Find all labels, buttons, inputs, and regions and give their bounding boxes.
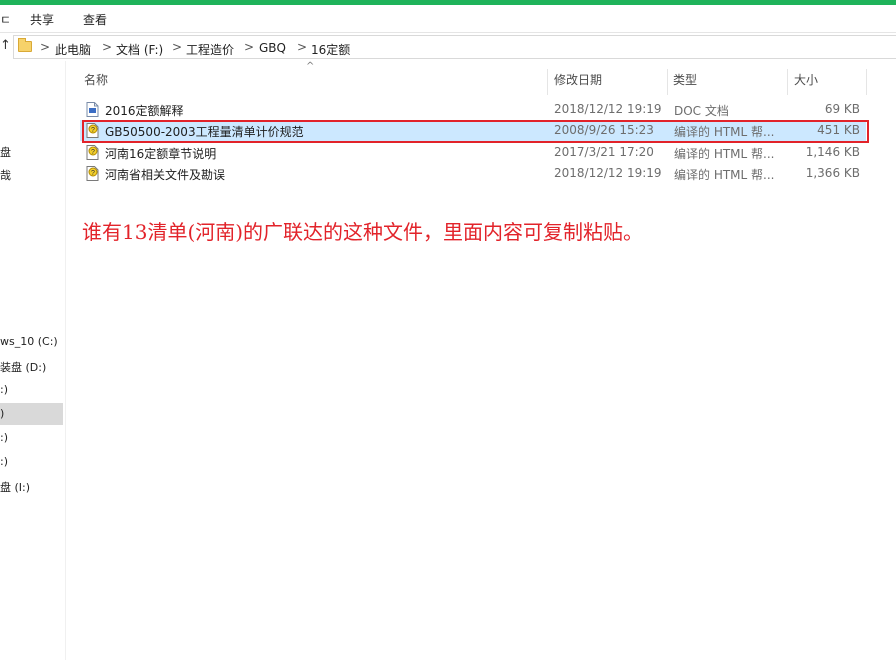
- nav-item[interactable]: 哉: [0, 163, 63, 185]
- svg-text:?: ?: [91, 149, 95, 156]
- file-type: DOC 文档: [674, 104, 729, 118]
- file-date: 2018/12/12 19:19: [554, 102, 662, 116]
- nav-item-label: :): [0, 431, 8, 444]
- file-name: 河南16定额章节说明: [105, 147, 217, 161]
- nav-item[interactable]: 盘: [0, 140, 63, 162]
- navigation-pane: 盘 哉 ws_10 (C:) 装盘 (D:) :) ) :) :) 盘 (I:): [0, 61, 66, 660]
- nav-item-drive-f[interactable]: ): [0, 403, 63, 425]
- nav-item-label: :): [0, 455, 8, 468]
- breadcrumb-separator-icon[interactable]: >: [102, 40, 112, 54]
- file-size: 1,146 KB: [805, 145, 860, 159]
- nav-item-label: :): [0, 383, 8, 396]
- column-header-name[interactable]: 名称: [84, 71, 108, 95]
- tab-share[interactable]: 共享: [30, 11, 54, 28]
- file-date: 2017/3/21 17:20: [554, 145, 654, 159]
- address-row: ↑ > 此电脑 > 文档 (F:) > 工程造价 > GBQ > 16定额: [0, 32, 896, 62]
- annotation-text: 谁有13清单(河南)的广联达的这种文件，里面内容可复制粘贴。: [82, 220, 644, 244]
- ribbon-tabs: ㄷ 共享 查看: [0, 5, 896, 32]
- nav-item-drive-i[interactable]: 盘 (I:): [0, 475, 63, 497]
- file-date: 2018/12/12 19:19: [554, 166, 662, 180]
- breadcrumb-gbq[interactable]: GBQ: [259, 41, 286, 55]
- doc-file-icon: [86, 102, 99, 117]
- file-type: 编译的 HTML 帮...: [674, 168, 775, 182]
- nav-item-drive-d[interactable]: 装盘 (D:): [0, 355, 63, 377]
- nav-item-label: ): [0, 407, 5, 420]
- breadcrumb-separator-icon[interactable]: >: [244, 40, 254, 54]
- file-row[interactable]: ? 河南省相关文件及勘误 2018/12/12 19:19 编译的 HTML 帮…: [80, 163, 866, 184]
- tab-view[interactable]: 查看: [83, 11, 107, 28]
- svg-text:?: ?: [91, 170, 95, 177]
- file-name: 2016定额解释: [105, 104, 184, 118]
- sort-ascending-icon: ^: [306, 61, 315, 72]
- column-header-date[interactable]: 修改日期: [554, 71, 602, 95]
- file-list: ^ 名称 修改日期 类型 大小 2016定额解释 2018/12/12 19:1…: [66, 61, 896, 660]
- nav-item-drive-h[interactable]: :): [0, 451, 63, 473]
- nav-item-drive-g[interactable]: :): [0, 427, 63, 449]
- column-header-size[interactable]: 大小: [794, 71, 818, 95]
- file-row[interactable]: 2016定额解释 2018/12/12 19:19 DOC 文档 69 KB: [80, 99, 866, 120]
- chm-help-file-icon: ?: [86, 166, 99, 181]
- column-divider[interactable]: [787, 69, 788, 95]
- file-row[interactable]: ? 河南16定额章节说明 2017/3/21 17:20 编译的 HTML 帮.…: [80, 142, 866, 163]
- tab-file[interactable]: ㄷ: [0, 11, 11, 28]
- nav-item-label: 装盘 (D:): [0, 361, 47, 374]
- nav-item-drive-c[interactable]: ws_10 (C:): [0, 331, 63, 353]
- breadcrumb-this-pc[interactable]: 此电脑: [55, 41, 91, 58]
- column-header-type[interactable]: 类型: [673, 71, 697, 95]
- nav-item-label: 哉: [0, 169, 11, 182]
- file-type: 编译的 HTML 帮...: [674, 147, 775, 161]
- chm-help-file-icon: ?: [86, 145, 99, 160]
- breadcrumb-documents-f[interactable]: 文档 (F:): [116, 41, 163, 58]
- folder-icon: [18, 38, 32, 52]
- breadcrumb-separator-icon[interactable]: >: [297, 40, 307, 54]
- breadcrumb-engineering-cost[interactable]: 工程造价: [186, 41, 234, 58]
- column-divider[interactable]: [866, 69, 867, 95]
- column-divider[interactable]: [667, 69, 668, 95]
- up-arrow-icon[interactable]: ↑: [0, 38, 11, 53]
- breadcrumb-16-quota[interactable]: 16定额: [311, 41, 350, 58]
- breadcrumb-separator-icon[interactable]: >: [172, 40, 182, 54]
- breadcrumb-separator-icon[interactable]: >: [40, 40, 50, 54]
- file-size: 69 KB: [824, 102, 860, 116]
- red-highlight-box: [82, 120, 869, 143]
- nav-item-label: 盘: [0, 146, 11, 159]
- file-name: 河南省相关文件及勘误: [105, 168, 226, 182]
- column-divider[interactable]: [547, 69, 548, 95]
- nav-item-drive-e[interactable]: :): [0, 379, 63, 401]
- nav-item-label: 盘 (I:): [0, 481, 31, 494]
- address-bar[interactable]: > 此电脑 > 文档 (F:) > 工程造价 > GBQ > 16定额: [13, 35, 896, 59]
- nav-item-label: ws_10 (C:): [0, 335, 58, 348]
- file-size: 1,366 KB: [805, 166, 860, 180]
